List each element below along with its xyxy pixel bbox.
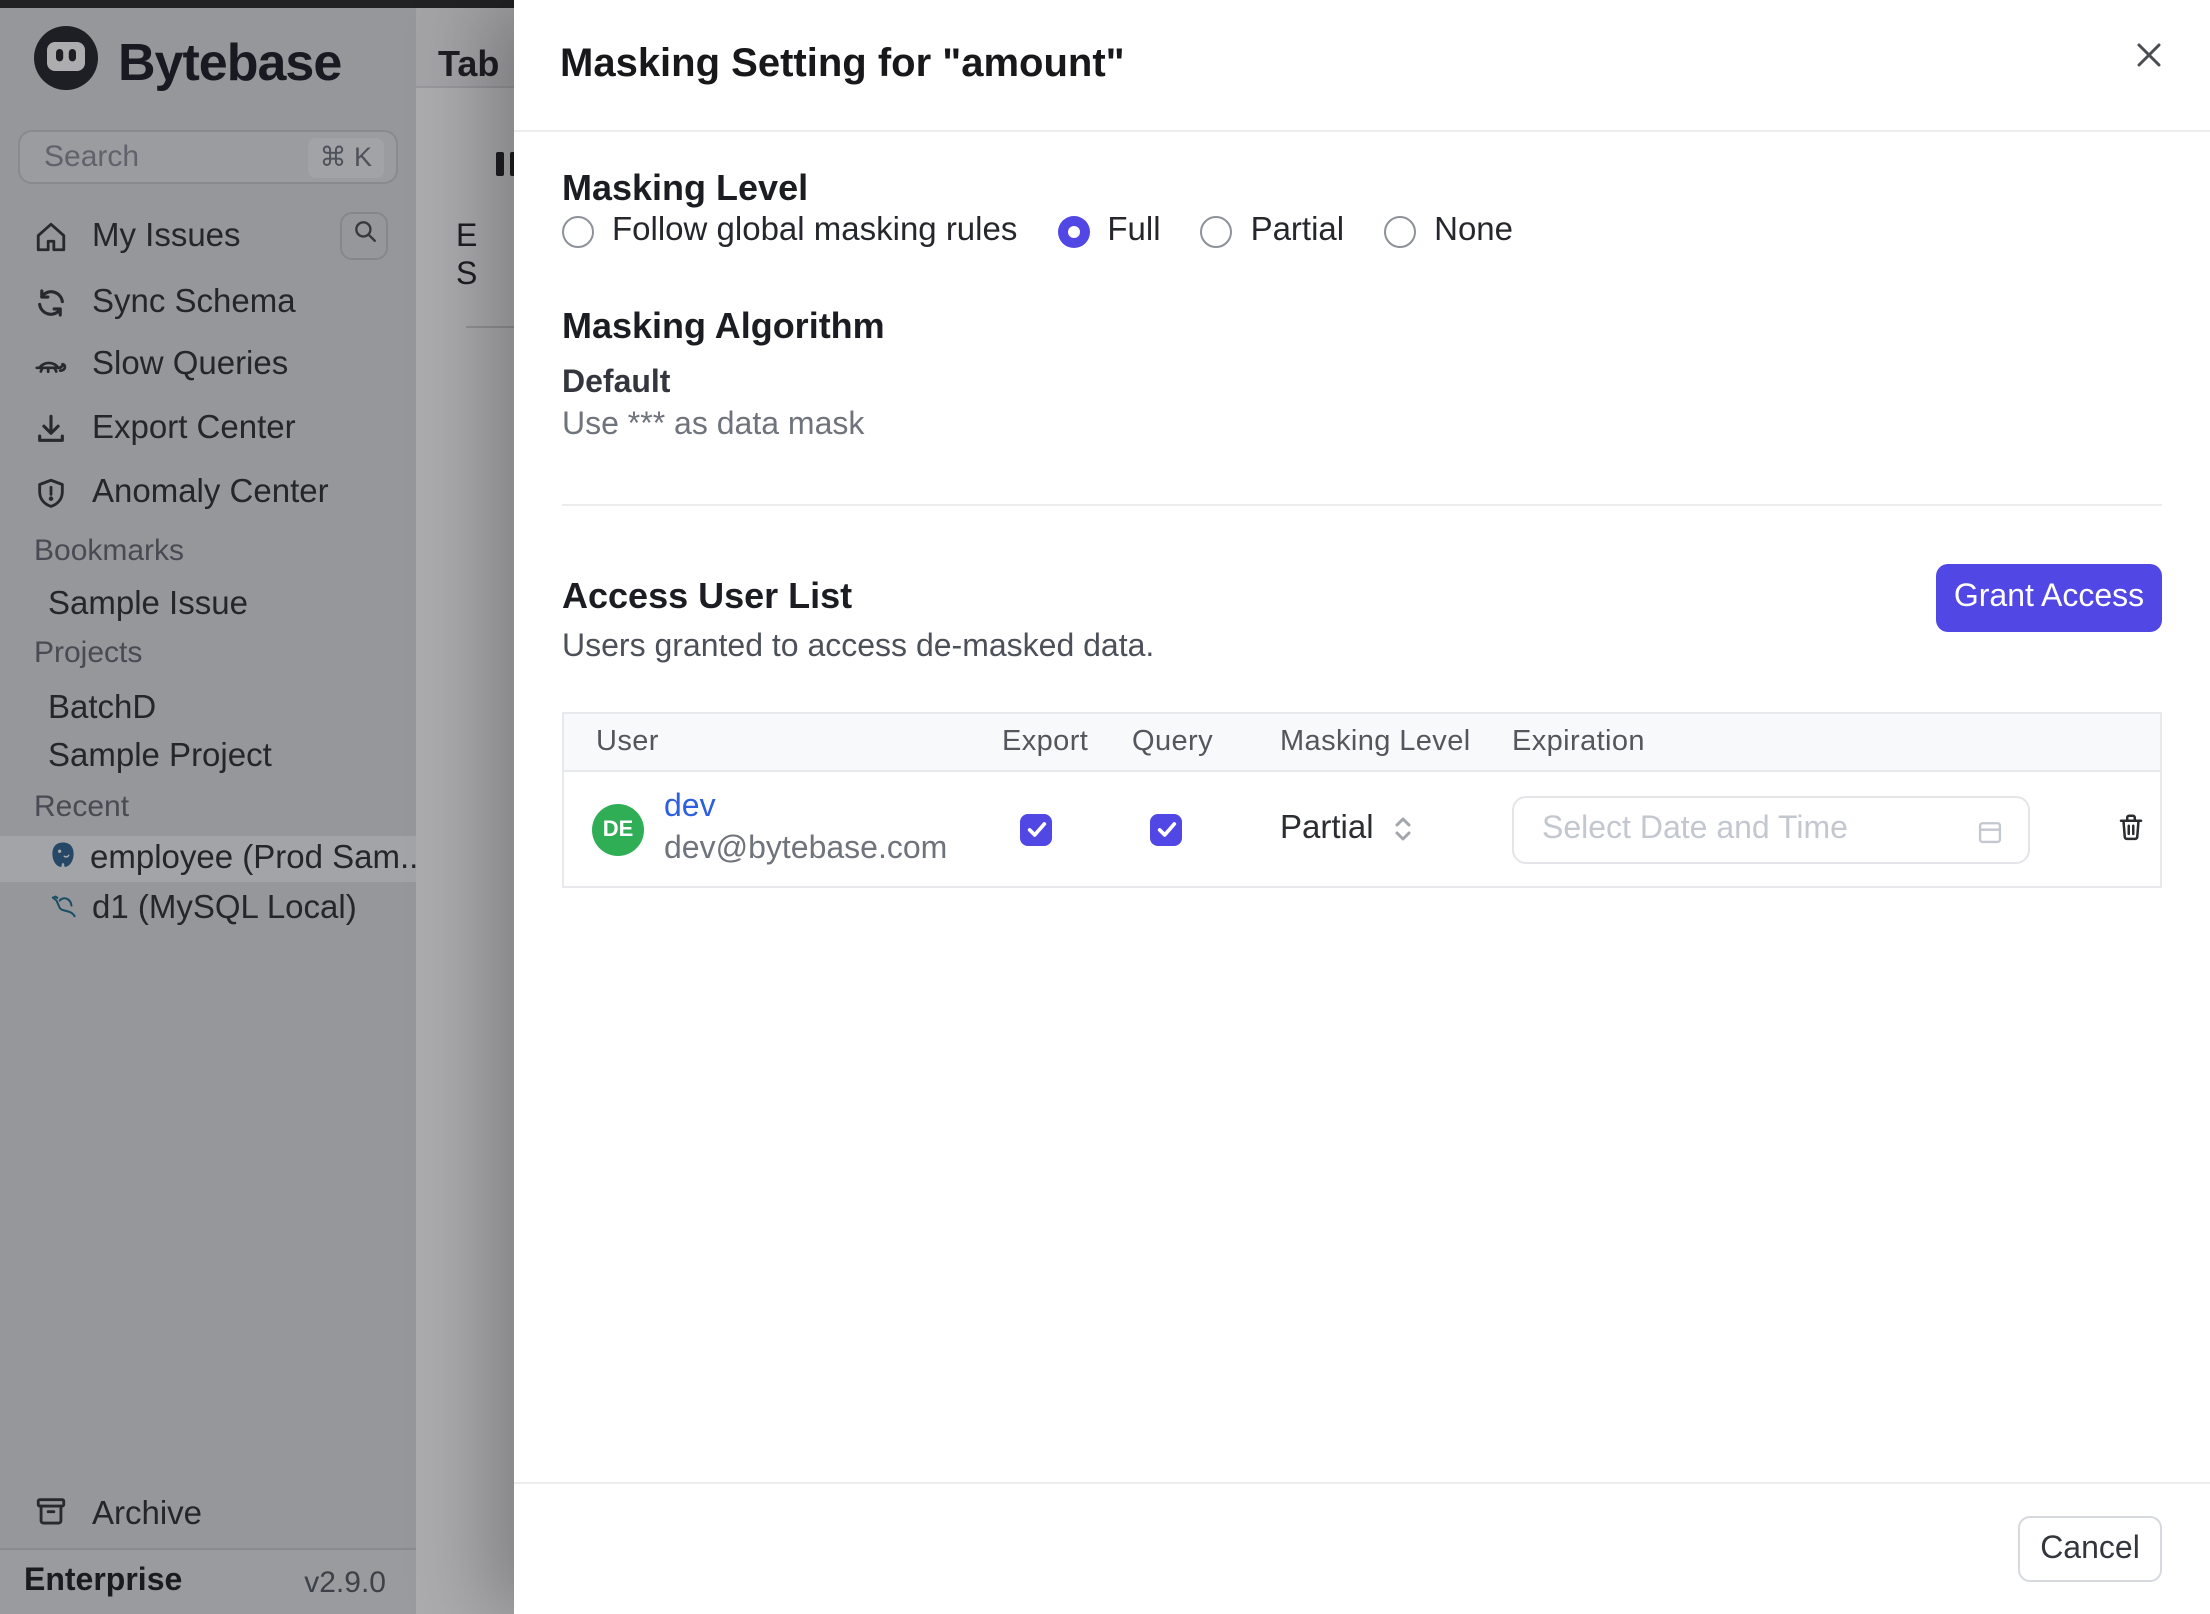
export-checkbox[interactable] bbox=[1020, 813, 1052, 845]
masking-level-select[interactable]: Partial bbox=[1280, 810, 1512, 848]
user-email: dev@bytebase.com bbox=[664, 832, 948, 866]
cancel-button[interactable]: Cancel bbox=[2018, 1516, 2162, 1582]
masking-setting-modal: Masking Setting for "amount" Masking Lev… bbox=[514, 0, 2210, 1614]
trash-icon bbox=[2116, 811, 2146, 847]
radio-icon bbox=[1200, 215, 1233, 247]
radio-label: Full bbox=[1107, 212, 1161, 248]
access-user-table: User Export Query Masking Level Expirati… bbox=[562, 712, 2162, 888]
algorithm-name: Default bbox=[562, 366, 671, 400]
query-checkbox[interactable] bbox=[1150, 813, 1182, 845]
modal-footer: Cancel bbox=[514, 1482, 2210, 1614]
modal-header: Masking Setting for "amount" bbox=[514, 0, 2210, 132]
radio-none[interactable]: None bbox=[1384, 212, 1513, 250]
delete-user-button[interactable] bbox=[2116, 811, 2146, 847]
algorithm-description: Use *** as data mask bbox=[562, 408, 865, 442]
calendar-icon bbox=[1976, 817, 2004, 855]
masking-algorithm-heading: Masking Algorithm bbox=[562, 306, 885, 346]
section-divider bbox=[562, 504, 2162, 506]
avatar: DE bbox=[592, 803, 644, 855]
column-header-user: User bbox=[596, 726, 659, 758]
app-root: Bytebase ⌘ K My Issues Sync Schema bbox=[0, 0, 2210, 1614]
masking-level-radio-group: Follow global masking rules Full Partial… bbox=[562, 212, 1513, 250]
radio-icon bbox=[1384, 215, 1417, 247]
radio-full[interactable]: Full bbox=[1057, 212, 1161, 250]
radio-label: Partial bbox=[1250, 212, 1345, 248]
close-icon[interactable] bbox=[2128, 34, 2168, 74]
radio-icon bbox=[562, 215, 594, 247]
grant-access-button[interactable]: Grant Access bbox=[1936, 564, 2162, 632]
chevron-up-down-icon bbox=[1394, 816, 1412, 842]
radio-label: Follow global masking rules bbox=[612, 212, 1018, 248]
column-header-masking-level: Masking Level bbox=[1280, 726, 1471, 758]
expiration-date-input[interactable] bbox=[1514, 811, 2028, 847]
user-name-link[interactable]: dev bbox=[664, 788, 947, 828]
radio-icon bbox=[1057, 215, 1090, 247]
column-header-expiration: Expiration bbox=[1512, 726, 1645, 758]
access-user-list-description: Users granted to access de-masked data. bbox=[562, 630, 1155, 664]
radio-follow-global[interactable]: Follow global masking rules bbox=[562, 212, 1017, 250]
radio-label: None bbox=[1434, 212, 1514, 248]
masking-level-heading: Masking Level bbox=[562, 168, 809, 208]
radio-partial[interactable]: Partial bbox=[1200, 212, 1345, 250]
table-row: DE dev dev@bytebase.com Partial Select D… bbox=[564, 772, 2160, 886]
expiration-date-input-wrap[interactable] bbox=[1512, 795, 2030, 863]
column-header-export: Export bbox=[1002, 726, 1089, 758]
column-header-query: Query bbox=[1132, 726, 1213, 758]
access-user-list-heading: Access User List bbox=[562, 576, 853, 616]
table-header-row: User Export Query Masking Level Expirati… bbox=[564, 714, 2160, 772]
masking-level-value: Partial bbox=[1280, 810, 1374, 846]
modal-title: Masking Setting for "amount" bbox=[560, 42, 1125, 86]
